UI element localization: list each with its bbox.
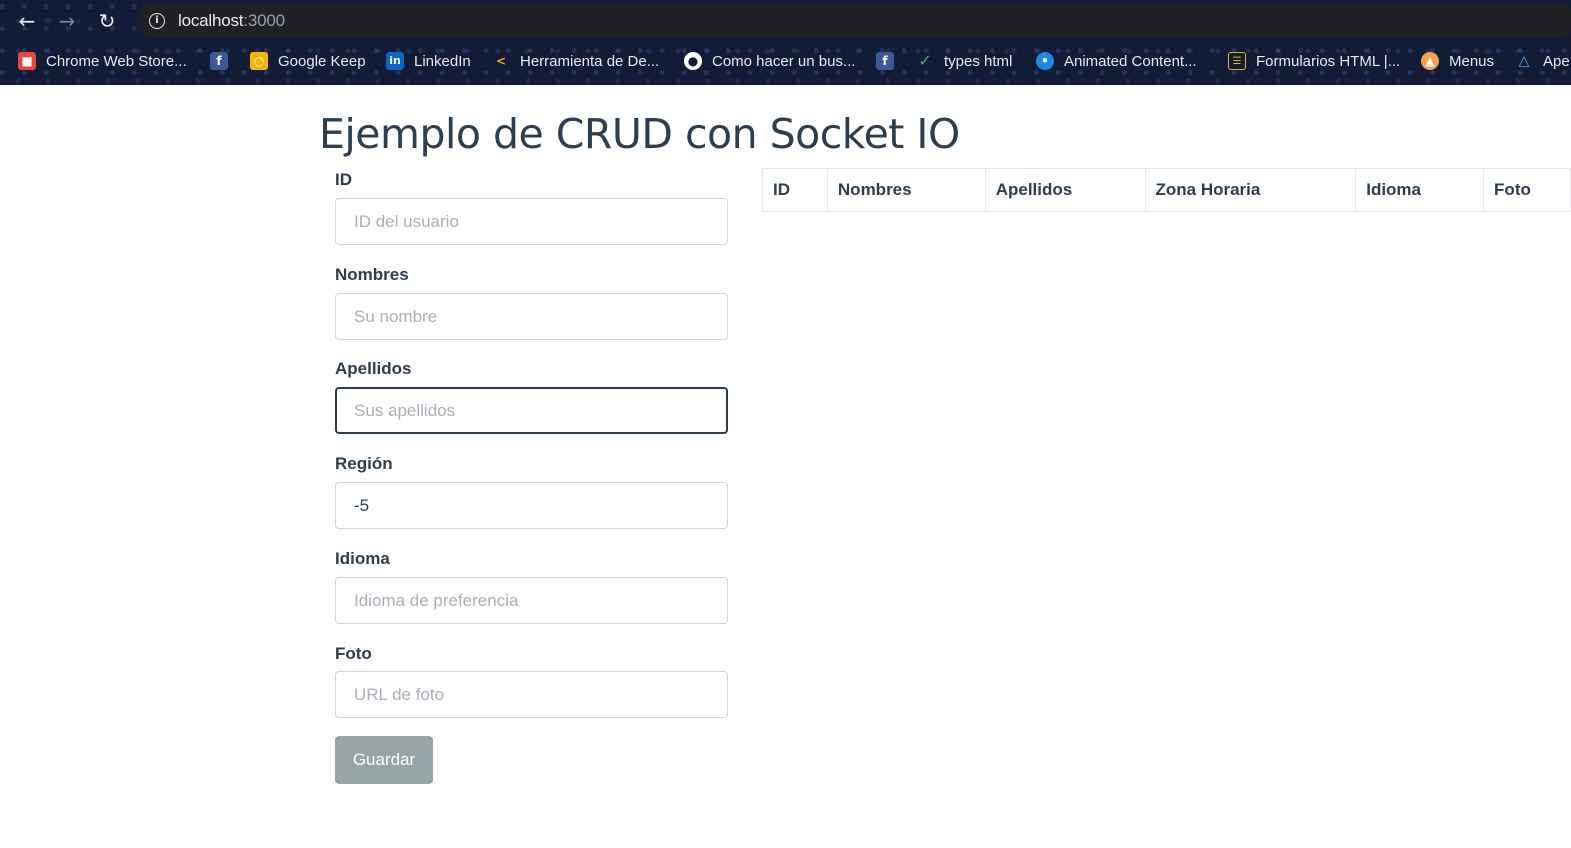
bookmarks-bar: ■ Chrome Web Store... f ○ Google Keep in… [0,46,1571,76]
site-info-icon[interactable]: i [149,13,165,29]
bookmark-formularios-html[interactable]: ☰ Formularios HTML |... [1228,49,1400,73]
guardar-button[interactable]: Guardar [335,736,433,784]
column-header-nombres: Nombres [826,168,986,212]
column-header-foto: Foto [1483,168,1571,212]
foto-label: Foto [335,644,372,663]
bookmark-label: Animated Content... [1064,52,1197,70]
bookmark-animated-content[interactable]: • Animated Content... [1036,49,1197,73]
nombres-label: Nombres [335,265,409,284]
region-input[interactable] [335,482,728,529]
browser-chrome: ← → ↻ i localhost:3000 ■ Chrome Web Stor… [0,0,1571,85]
table-header-row: ID Nombres Apellidos Zona Horaria Idioma… [762,168,1571,212]
chrome-web-store-icon: ■ [18,52,36,70]
linkedin-icon: in [386,52,404,70]
facebook-icon: f [876,52,894,70]
arrow-right-icon: → [58,9,76,33]
bookmark-facebook-1[interactable]: f [210,49,228,73]
address-bar[interactable]: i localhost:3000 [136,4,1571,38]
idioma-label: Idioma [335,549,390,568]
bookmark-label: Ape [1543,52,1570,70]
bookmark-ape[interactable]: △ Ape [1515,49,1570,73]
users-table-header: ID Nombres Apellidos Zona Horaria Idioma… [762,168,1571,212]
bookmark-types-html[interactable]: ✓ types html [916,49,1012,73]
id-label: ID [335,170,352,189]
bookmark-label: Chrome Web Store... [46,52,187,70]
bookmark-chrome-web-store[interactable]: ■ Chrome Web Store... [18,49,187,73]
reload-button[interactable]: ↻ [93,7,121,35]
reload-icon: ↻ [98,9,116,33]
idioma-input[interactable] [335,577,728,624]
nombres-input[interactable] [335,293,728,340]
apellidos-label: Apellidos [335,359,412,378]
google-keep-icon: ○ [250,52,268,70]
bookmark-herramienta[interactable]: < Herramienta de De... [492,49,659,73]
bookmark-google-keep[interactable]: ○ Google Keep [250,49,366,73]
address-url[interactable]: localhost:3000 [178,11,285,31]
checkmark-icon: ✓ [918,51,932,70]
page-title: Ejemplo de CRUD con Socket IO [319,110,960,158]
bookmark-label: Como hacer un bus... [712,52,856,70]
bookmark-label: types html [944,52,1013,70]
url-port: :3000 [243,11,285,30]
bookmark-menus[interactable]: ▲ Menus [1421,49,1494,73]
apellidos-input[interactable] [335,387,728,434]
bookmark-label: Google Keep [278,52,366,70]
forward-button[interactable]: → [53,7,81,35]
id-input[interactable] [335,198,728,245]
bookmark-label: LinkedIn [414,52,471,70]
region-label: Región [335,454,393,473]
column-header-id: ID [762,168,828,212]
url-host: localhost [178,11,244,30]
code-tool-icon: < [495,54,507,68]
bookmark-linkedin[interactable]: in LinkedIn [386,49,471,73]
arrow-left-icon: ← [18,9,36,33]
bookmark-facebook-2[interactable]: f [876,49,894,73]
form-icon: ☰ [1228,52,1246,70]
triangle-icon: △ [1518,53,1530,69]
bookmark-label: Menus [1449,52,1495,70]
column-header-zona-horaria: Zona Horaria [1144,168,1357,212]
facebook-icon: f [210,52,228,70]
back-button[interactable]: ← [13,7,41,35]
users-table: ID Nombres Apellidos Zona Horaria Idioma… [762,168,1571,212]
globe-icon: ● [684,52,702,70]
bookmark-label: Herramienta de De... [520,52,660,70]
foto-input[interactable] [335,671,728,718]
drop-icon: • [1036,52,1054,70]
browser-toolbar: ← → ↻ i localhost:3000 [0,0,1571,42]
bookmark-label: Formularios HTML |... [1256,52,1401,70]
bookmark-como-hacer[interactable]: ● Como hacer un bus... [684,49,855,73]
column-header-apellidos: Apellidos [984,168,1146,212]
column-header-idioma: Idioma [1355,168,1485,212]
menu-site-icon: ▲ [1421,52,1439,70]
users-table-container: ID Nombres Apellidos Zona Horaria Idioma… [762,168,1571,212]
